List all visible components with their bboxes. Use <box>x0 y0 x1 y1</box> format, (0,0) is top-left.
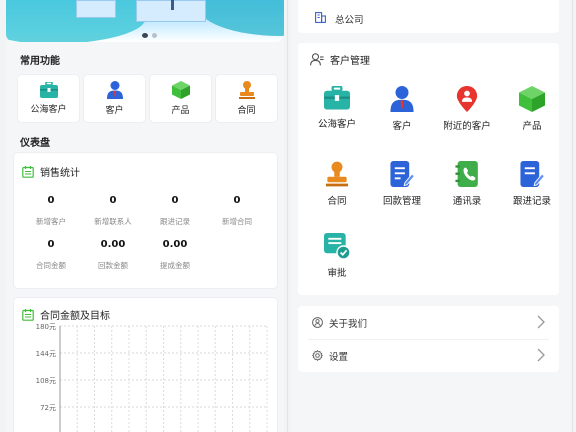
cm-payment-management[interactable]: 回款管理 <box>370 161 434 207</box>
quick-products[interactable]: 产品 <box>150 75 211 122</box>
cube-icon <box>171 81 190 99</box>
company-name: 总公司 <box>335 15 364 26</box>
stat-contract-amount[interactable]: 0 合同金额 <box>20 239 82 271</box>
cm-followup-records[interactable]: 跟进记录 <box>500 161 564 207</box>
approval-icon <box>324 233 350 259</box>
stamp-icon <box>238 81 255 99</box>
location-pin-icon <box>456 86 478 112</box>
chevron-right-icon <box>537 348 545 362</box>
chevron-right-icon <box>537 315 545 329</box>
stat-commission-amount[interactable]: 0.00 提成金额 <box>144 239 206 271</box>
gear-icon <box>312 350 323 361</box>
customer-management-title: 客户管理 <box>330 56 370 67</box>
sales-stats-title: 销售统计 <box>40 168 80 179</box>
quick-contracts[interactable]: 合同 <box>216 75 277 122</box>
customer-management-card: 客户管理 公海客户 客户 附近的客户 产品 合同 回款管理 通讯录 跟进记录 审… <box>298 43 559 295</box>
settings-label: 设置 <box>329 351 349 363</box>
cm-contracts[interactable]: 合同 <box>305 161 369 207</box>
stat-new-customers[interactable]: 0 新增客户 <box>20 195 82 227</box>
y-tick-label: 72元 <box>40 404 56 412</box>
briefcase-icon <box>39 82 58 98</box>
sales-stats-row-1: 0 新增客户 0 新增联系人 0 跟进记录 0 新增合同 <box>20 195 283 227</box>
cm-customers[interactable]: 客户 <box>370 86 434 132</box>
contract-amount-chart-card: 合同金额及目标 180元 144元 108元 72元 <box>14 298 277 432</box>
stat-new-contacts[interactable]: 0 新增联系人 <box>82 195 144 227</box>
settings-row[interactable]: 设置 <box>298 339 559 372</box>
user-manage-icon <box>310 53 324 66</box>
about-us-label: 关于我们 <box>329 318 368 330</box>
quick-customers[interactable]: 客户 <box>84 75 145 122</box>
stat-payment-amount[interactable]: 0.00 回款金额 <box>82 239 144 271</box>
document-edit-icon <box>390 161 414 187</box>
banner-carousel[interactable] <box>6 0 284 42</box>
y-tick-label: 108元 <box>36 377 56 385</box>
contacts-icon <box>455 161 478 187</box>
stat-followups[interactable]: 0 跟进记录 <box>144 195 206 227</box>
y-tick-label: 144元 <box>36 350 56 358</box>
home-panel: 常用功能 公海客户 客户 产品 合同 仪表盘 销售统计 0 新增客户 0 新增联… <box>6 0 284 432</box>
quick-functions-title: 常用功能 <box>20 56 60 67</box>
calendar-icon <box>22 165 34 178</box>
stat-new-contracts[interactable]: 0 新增合同 <box>206 195 268 227</box>
cm-public-customers[interactable]: 公海客户 <box>305 86 369 130</box>
briefcase-icon <box>324 86 350 110</box>
about-us-row[interactable]: 关于我们 <box>298 306 559 339</box>
followup-doc-icon <box>520 161 544 187</box>
side-panel: 总公司 客户管理 公海客户 客户 附近的客户 产品 合同 回款管理 通讯录 跟进… <box>291 0 570 432</box>
quick-public-customers[interactable]: 公海客户 <box>18 75 79 122</box>
quick-label: 客户 <box>105 106 124 116</box>
sales-stats-row-2: 0 合同金额 0.00 回款金额 0.00 提成金额 <box>20 239 283 271</box>
contract-amount-chart: 180元 144元 108元 72元 <box>36 323 268 432</box>
cm-contacts-book[interactable]: 通讯录 <box>435 161 499 207</box>
stamp-icon <box>326 161 348 187</box>
y-tick-label: 180元 <box>36 323 56 331</box>
cube-icon <box>519 86 545 112</box>
cm-products[interactable]: 产品 <box>500 86 564 132</box>
settings-menu-card: 关于我们 设置 <box>298 306 559 372</box>
quick-functions-grid: 公海客户 客户 产品 合同 <box>18 75 277 122</box>
person-icon <box>390 86 414 112</box>
quick-label: 合同 <box>237 106 256 116</box>
person-icon <box>106 81 123 99</box>
dashboard-title: 仪表盘 <box>20 138 50 149</box>
sales-stats-card: 销售统计 0 新增客户 0 新增联系人 0 跟进记录 0 新增合同 0 合同金额 0.00… <box>14 153 277 288</box>
carousel-indicator[interactable] <box>142 33 157 38</box>
building-icon <box>315 12 326 23</box>
company-card[interactable]: 总公司 <box>298 0 559 33</box>
quick-label: 产品 <box>171 106 190 116</box>
cm-approval[interactable]: 审批 <box>305 233 369 279</box>
quick-label: 公海客户 <box>30 105 67 115</box>
cm-nearby-customers[interactable]: 附近的客户 <box>435 86 499 132</box>
info-user-icon <box>312 317 323 328</box>
